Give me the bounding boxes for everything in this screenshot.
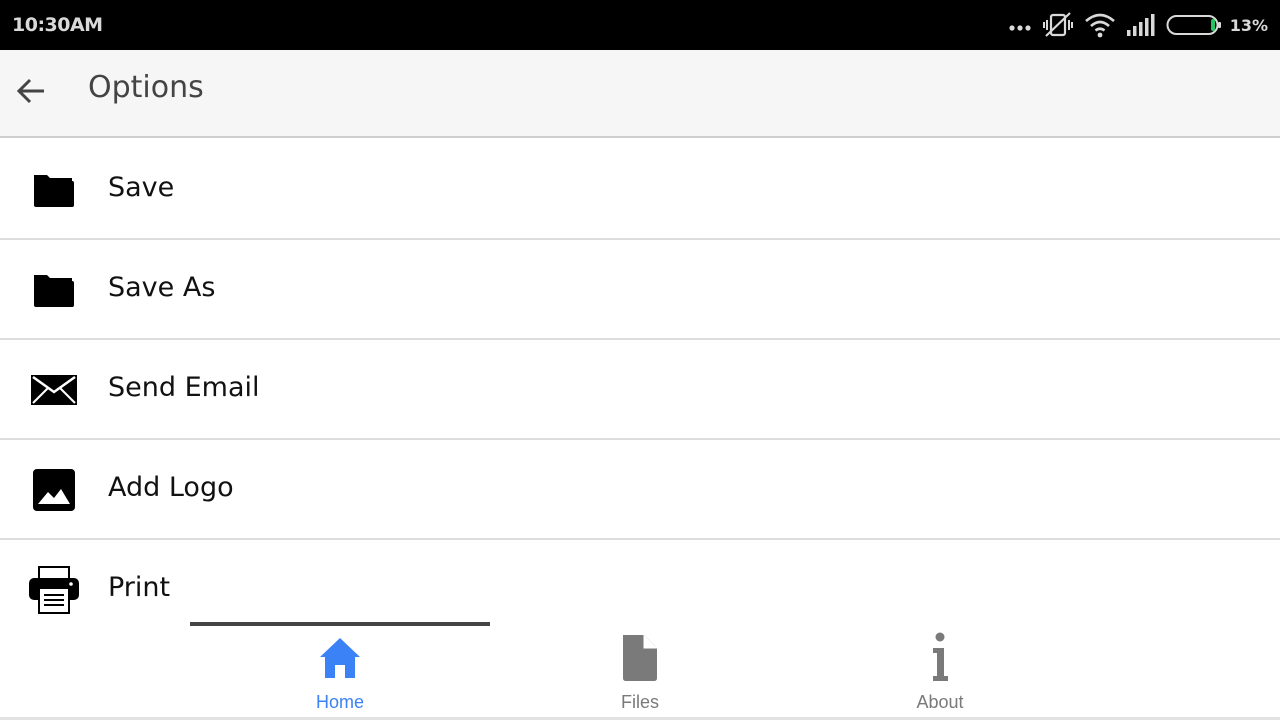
option-add-logo[interactable]: Add Logo bbox=[0, 440, 1280, 540]
wifi-icon bbox=[1084, 10, 1116, 40]
option-label: Add Logo bbox=[108, 472, 234, 503]
more-dots-icon bbox=[1006, 10, 1036, 40]
tab-home[interactable]: Home bbox=[190, 628, 490, 718]
folder-icon bbox=[28, 268, 80, 312]
printer-icon bbox=[28, 566, 80, 614]
back-arrow-icon bbox=[14, 74, 48, 113]
envelope-icon bbox=[28, 368, 80, 412]
vibrate-off-icon bbox=[1042, 10, 1074, 40]
option-label: Save bbox=[108, 172, 175, 203]
option-save[interactable]: Save bbox=[0, 140, 1280, 240]
folder-icon bbox=[28, 168, 80, 212]
option-send-email[interactable]: Send Email bbox=[0, 340, 1280, 440]
tab-label: Home bbox=[315, 692, 364, 712]
status-icons: 13% bbox=[1006, 10, 1268, 40]
active-tab-indicator bbox=[190, 622, 490, 626]
tab-about[interactable]: About bbox=[790, 628, 1090, 718]
app-bar: Options bbox=[0, 50, 1280, 138]
tab-label: Files bbox=[620, 692, 659, 712]
page-title: Options bbox=[88, 70, 204, 105]
back-button[interactable] bbox=[10, 72, 52, 114]
image-icon bbox=[28, 468, 80, 512]
signal-icon bbox=[1126, 10, 1156, 40]
status-bar: 10:30AM 13% bbox=[0, 0, 1280, 50]
option-label: Print bbox=[108, 572, 171, 603]
battery-percent: 13% bbox=[1229, 15, 1268, 35]
battery-icon bbox=[1166, 10, 1222, 40]
tab-label: About bbox=[916, 692, 964, 712]
home-icon bbox=[308, 630, 372, 686]
options-list: Save Save As Send Email Add Logo Print bbox=[0, 140, 1280, 640]
file-icon bbox=[608, 630, 672, 686]
bottom-nav: Home Files About bbox=[0, 620, 1280, 720]
info-icon bbox=[908, 630, 972, 686]
option-label: Save As bbox=[108, 272, 216, 303]
tab-files[interactable]: Files bbox=[490, 628, 790, 718]
option-label: Send Email bbox=[108, 372, 260, 403]
option-save-as[interactable]: Save As bbox=[0, 240, 1280, 340]
status-time: 10:30AM bbox=[12, 14, 103, 36]
